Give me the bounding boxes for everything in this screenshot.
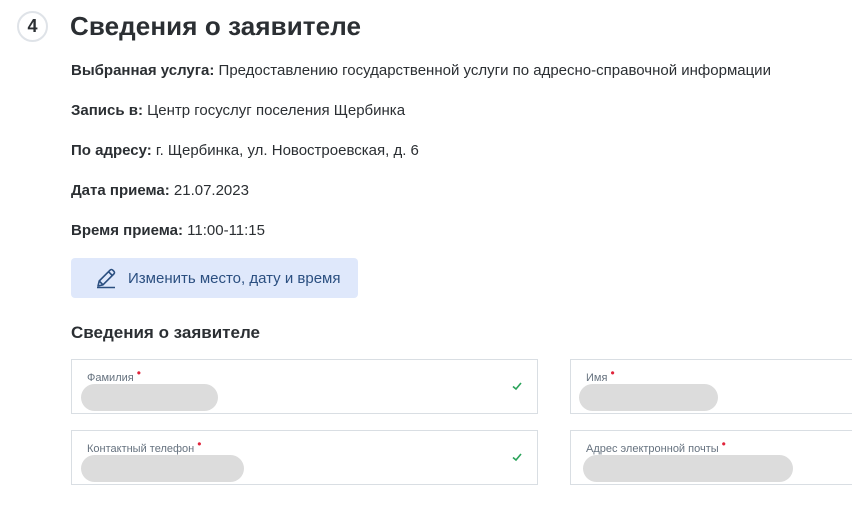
last-name-label: Фамилия • — [87, 366, 141, 384]
office-row: Запись в: Центр госуслуг поселения Щерби… — [71, 101, 405, 121]
last-name-field[interactable]: Фамилия • — [71, 359, 538, 414]
required-mark: • — [610, 366, 615, 380]
phone-field[interactable]: Контактный телефон • — [71, 430, 538, 485]
first-name-field[interactable]: Имя • — [570, 359, 852, 414]
phone-value-redacted — [81, 455, 244, 482]
phone-label: Контактный телефон • — [87, 437, 202, 455]
change-button-label: Изменить место, дату и время — [128, 269, 341, 287]
first-name-label: Имя • — [586, 366, 615, 384]
address-row: По адресу: г. Щербинка, ул. Новостроевск… — [71, 141, 419, 161]
selected-service-label: Выбранная услуга: — [71, 62, 215, 79]
required-mark: • — [136, 366, 141, 380]
office-value: Центр госуслуг поселения Щербинка — [142, 102, 406, 119]
office-label: Запись в: — [71, 102, 143, 119]
pencil-icon — [95, 267, 117, 289]
change-place-date-time-button[interactable]: Изменить место, дату и время — [71, 258, 358, 298]
date-value: 21.07.2023 — [169, 182, 249, 199]
check-icon — [511, 451, 523, 463]
time-label: Время приема: — [71, 222, 183, 239]
email-label: Адрес электронной почты • — [586, 437, 726, 455]
selected-service-row: Выбранная услуга: Предоставлению государ… — [71, 61, 771, 81]
page-title: Сведения о заявителе — [70, 11, 362, 41]
first-name-value-redacted — [579, 384, 718, 411]
section-title: Сведения о заявителе — [71, 323, 260, 342]
address-value: г. Щербинка, ул. Новостроевская, д. 6 — [151, 142, 419, 159]
required-mark: • — [721, 437, 726, 451]
check-icon — [511, 380, 523, 392]
time-row: Время приема: 11:00-11:15 — [71, 221, 265, 241]
email-field[interactable]: Адрес электронной почты • — [570, 430, 852, 485]
date-row: Дата приема: 21.07.2023 — [71, 181, 249, 201]
email-value-redacted — [583, 455, 793, 482]
step-number: 4 — [27, 16, 38, 36]
required-mark: • — [197, 437, 202, 451]
last-name-value-redacted — [81, 384, 218, 411]
time-value: 11:00-11:15 — [182, 222, 265, 239]
address-label: По адресу: — [71, 142, 152, 159]
selected-service-value: Предоставлению государственной услуги по… — [214, 62, 771, 79]
step-number-badge: 4 — [17, 11, 48, 42]
date-label: Дата приема: — [71, 182, 170, 199]
